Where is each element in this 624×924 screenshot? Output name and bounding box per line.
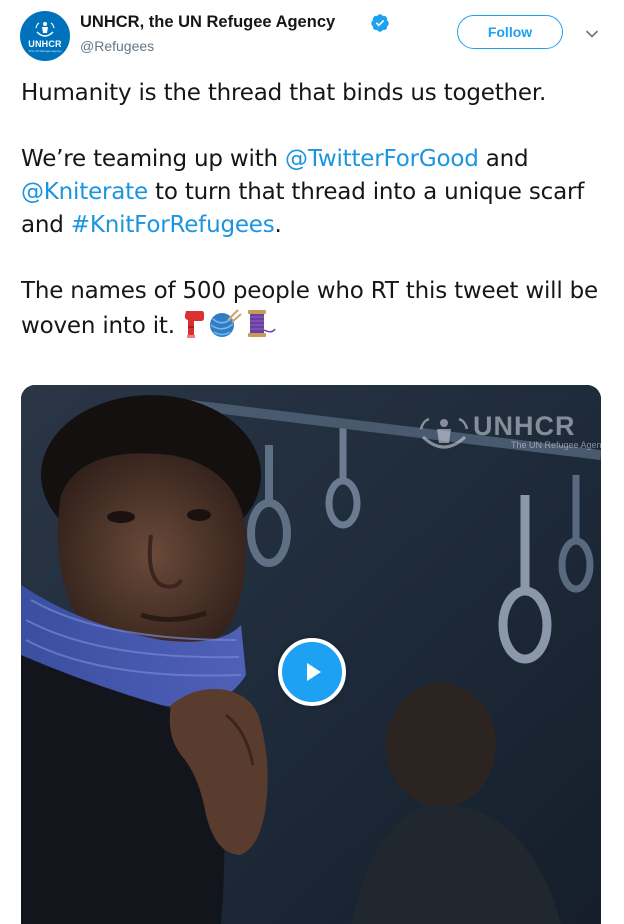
hashtag-link[interactable]: #KnitForRefugees [71,212,275,238]
watermark-label: UNHCR [473,411,576,441]
video-player[interactable]: UNHCR The UN Refugee Agency [21,385,601,924]
mention-link[interactable]: @Kniterate [21,179,148,205]
tweet-text-segment: The names of 500 people who RT this twee… [21,278,598,339]
tweet-text-segment: . [274,212,282,238]
verified-badge-icon [371,14,389,32]
tweet-line-1: Humanity is the thread that binds us tog… [21,80,547,106]
mention-link[interactable]: @TwitterForGood [285,146,479,172]
tweet-text-segment: We’re teaming up with [21,146,286,172]
avatar-label: UNHCR [28,39,62,49]
tweet-text-segment: and [478,146,529,172]
unhcr-watermark: UNHCR The UN Refugee Agency [413,411,601,461]
thread-spool-emoji-icon [242,308,276,338]
tweet-paragraph-2: We’re teaming up with @TwitterForGood an… [21,143,606,242]
watermark-sublabel: The UN Refugee Agency [511,440,601,450]
play-button[interactable] [278,638,346,706]
tweet-card: UNHCR The UN Refugee Agency UNHCR, the U… [0,0,624,924]
play-icon [307,663,321,681]
chevron-down-icon[interactable] [584,26,600,42]
avatar-sublabel: The UN Refugee Agency [28,49,62,53]
unhcr-logo-icon [35,22,55,37]
handle[interactable]: @Refugees [80,38,154,54]
avatar[interactable]: UNHCR The UN Refugee Agency [20,11,70,61]
tweet-paragraph-1: Humanity is the thread that binds us tog… [21,77,606,110]
scarf-emoji-icon [182,308,208,338]
unhcr-logo-icon [419,417,469,449]
follow-button[interactable]: Follow [457,15,563,49]
display-name[interactable]: UNHCR, the UN Refugee Agency [80,13,335,32]
tweet-text: Humanity is the thread that binds us tog… [21,77,606,343]
tweet-paragraph-3: The names of 500 people who RT this twee… [21,275,606,343]
yarn-emoji-icon [208,308,242,338]
